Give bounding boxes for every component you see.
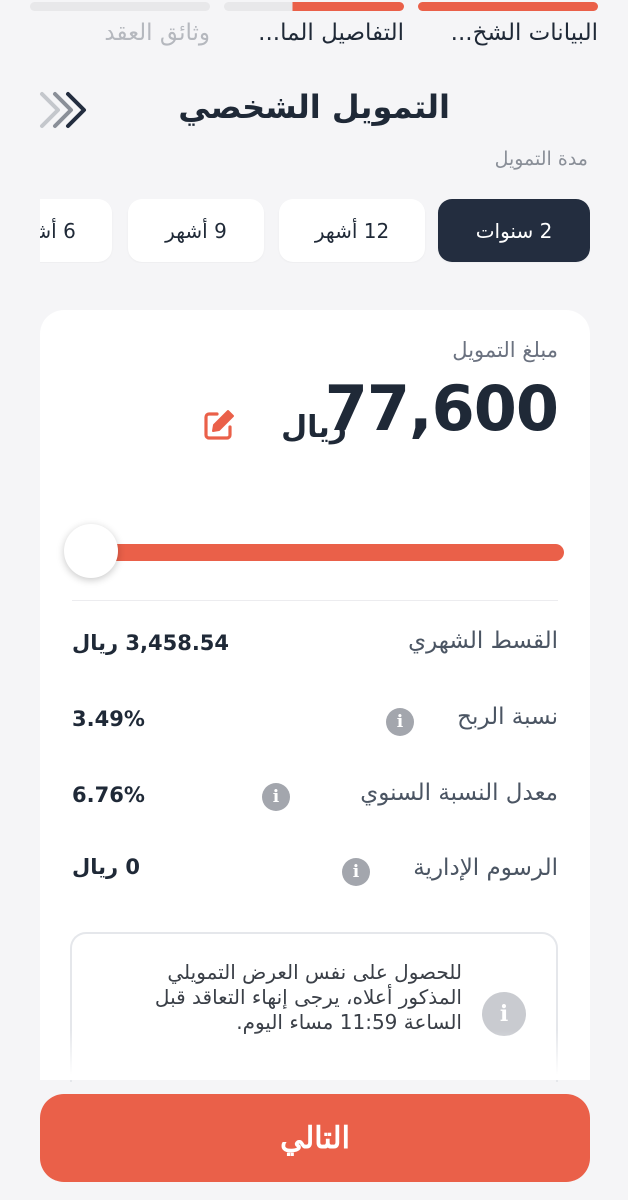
step-label-financial[interactable]: التفاصيل الما... — [258, 20, 404, 46]
slider-thumb[interactable] — [64, 524, 118, 578]
step-bar-personal — [418, 2, 598, 11]
financing-card: مبلغ التمويل 77,600 ريال القسط الشهري 3,… — [40, 310, 590, 1082]
info-icon[interactable]: i — [262, 783, 290, 811]
monthly-installment-label: القسط الشهري — [408, 628, 558, 654]
slider-track[interactable] — [104, 544, 564, 561]
tenure-option-12-months[interactable]: 12 أشهر — [279, 199, 425, 262]
tenure-option-6-months[interactable]: 6 أشهر — [40, 199, 112, 262]
admin-fees-value: 0 ريال — [72, 855, 141, 879]
info-icon[interactable]: i — [386, 708, 414, 736]
divider — [72, 600, 558, 601]
apr-label: معدل النسبة السنوي — [360, 780, 558, 806]
amount-label: مبلغ التمويل — [452, 338, 558, 362]
step-label-documents: وثائق العقد — [104, 20, 210, 46]
pencil-square-icon[interactable] — [200, 406, 238, 444]
notice-text: للحصول على نفس العرض التمويلي المذكور أع… — [154, 960, 462, 1034]
amount-value: 77,600 — [324, 372, 559, 445]
progress-stepper: البيانات الشخ... التفاصيل الما... وثائق … — [0, 0, 628, 60]
double-chevron-right-icon[interactable] — [38, 88, 94, 132]
profit-rate-label: نسبة الربح — [457, 704, 558, 730]
admin-fees-label: الرسوم الإدارية — [413, 855, 558, 881]
tenure-options: 2 سنوات 12 أشهر 9 أشهر 6 أشهر — [40, 199, 590, 263]
monthly-installment-value: 3,458.54 ريال — [72, 631, 230, 655]
tenure-option-2-years[interactable]: 2 سنوات — [438, 199, 590, 262]
page-header: التمويل الشخصي — [0, 80, 628, 140]
apr-value: 6.76% — [72, 783, 145, 807]
step-label-personal[interactable]: البيانات الشخ... — [451, 20, 598, 46]
amount-slider[interactable] — [64, 516, 564, 578]
next-button[interactable]: التالي — [40, 1094, 590, 1182]
profit-rate-value: 3.49% — [72, 707, 145, 731]
info-icon[interactable]: i — [342, 858, 370, 886]
page-title: التمويل الشخصي — [178, 88, 450, 126]
scroll-fade — [40, 1030, 590, 1080]
tenure-label: مدة التمويل — [494, 148, 588, 170]
step-bar-documents — [30, 2, 210, 11]
step-bar-financial — [224, 2, 404, 11]
amount-currency: ريال — [281, 410, 347, 445]
tenure-option-9-months[interactable]: 9 أشهر — [128, 199, 264, 262]
